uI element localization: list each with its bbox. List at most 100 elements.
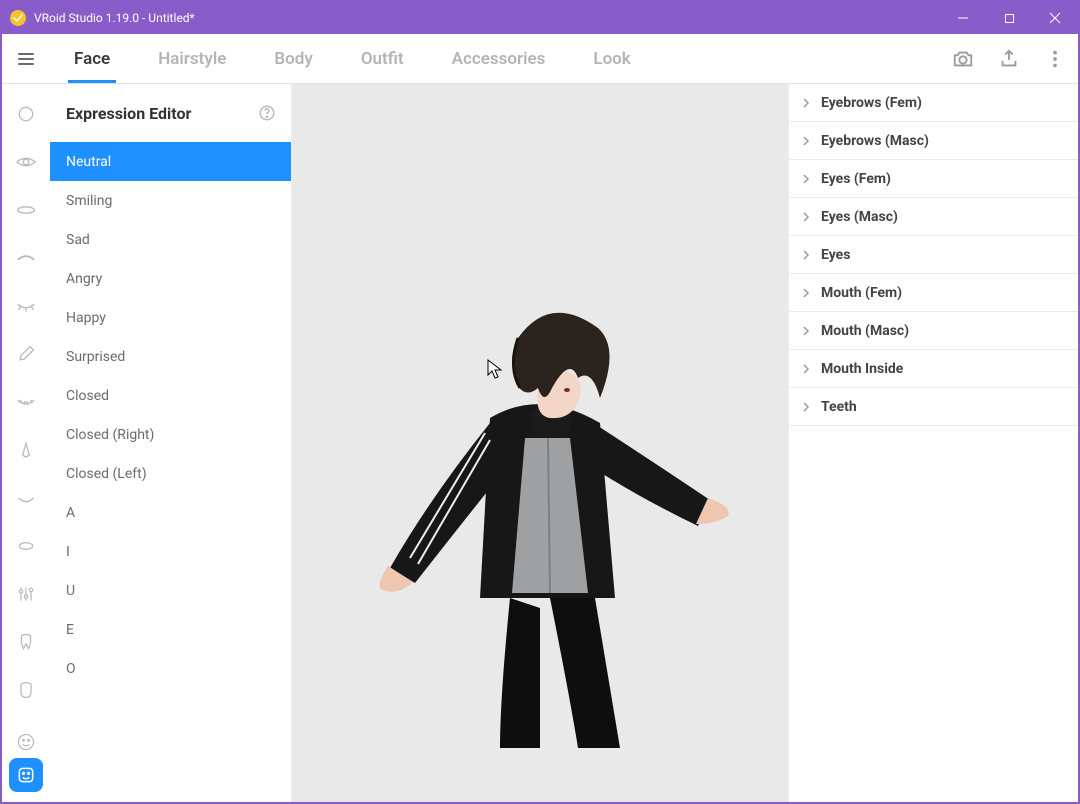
accordion-label: Eyes	[821, 247, 850, 263]
eyelash-icon[interactable]	[14, 294, 38, 318]
avatar-model	[340, 238, 740, 762]
accordion-eyes-masc[interactable]: Eyes (Masc)	[789, 198, 1078, 236]
ear-icon[interactable]	[14, 534, 38, 558]
accordion-eyebrows-fem[interactable]: Eyebrows (Fem)	[789, 84, 1078, 122]
chevron-right-icon	[801, 402, 811, 412]
mouth-open-icon[interactable]	[14, 486, 38, 510]
sliders-icon[interactable]	[14, 582, 38, 606]
list-item-label: O	[66, 661, 76, 677]
list-item-label: Happy	[66, 310, 106, 326]
accordion-label: Mouth (Fem)	[821, 285, 902, 301]
accordion-label: Mouth Inside	[821, 361, 903, 377]
hamburger-menu-button[interactable]	[2, 34, 50, 83]
category-rail	[2, 84, 50, 802]
window-title: VRoid Studio 1.19.0 - Untitled*	[34, 11, 940, 25]
eyebrow-icon[interactable]	[14, 246, 38, 270]
main-tabbar: Face Hairstyle Body Outfit Accessories L…	[2, 34, 1078, 84]
list-item-label: E	[66, 622, 74, 638]
expression-item-closed[interactable]: Closed	[50, 376, 291, 415]
tab-label: Hairstyle	[158, 49, 226, 69]
help-button[interactable]	[257, 103, 277, 123]
accordion-mouth-inside[interactable]: Mouth Inside	[789, 350, 1078, 388]
expression-item-closed-left[interactable]: Closed (Left)	[50, 454, 291, 493]
tab-accessories[interactable]: Accessories	[428, 34, 570, 83]
parameter-accordion: Eyebrows (Fem) Eyebrows (Masc) Eyes (Fem…	[788, 84, 1078, 802]
export-button[interactable]	[986, 34, 1032, 83]
expression-item-closed-right[interactable]: Closed (Right)	[50, 415, 291, 454]
list-item-label: A	[66, 505, 75, 521]
list-item-label: Angry	[66, 271, 102, 287]
list-item-label: Closed (Left)	[66, 466, 147, 482]
chevron-right-icon	[801, 174, 811, 184]
minimize-button[interactable]	[940, 2, 986, 34]
expression-item-e[interactable]: E	[50, 610, 291, 649]
expression-item-a[interactable]: A	[50, 493, 291, 532]
expression-item-i[interactable]: I	[50, 532, 291, 571]
tab-face[interactable]: Face	[50, 34, 134, 83]
expression-item-angry[interactable]: Angry	[50, 259, 291, 298]
chevron-right-icon	[801, 250, 811, 260]
accordion-teeth[interactable]: Teeth	[789, 388, 1078, 426]
expression-item-o[interactable]: O	[50, 649, 291, 688]
list-item-label: Sad	[66, 232, 90, 248]
list-item-label: U	[66, 583, 75, 599]
titlebar: VRoid Studio 1.19.0 - Untitled*	[2, 2, 1078, 34]
accordion-label: Eyebrows (Fem)	[821, 95, 922, 111]
tab-body[interactable]: Body	[250, 34, 336, 83]
accordion-label: Eyes (Masc)	[821, 209, 898, 225]
panel-title: Expression Editor	[66, 104, 191, 123]
accordion-label: Eyes (Fem)	[821, 171, 891, 187]
tab-outfit[interactable]: Outfit	[337, 34, 428, 83]
lips-icon[interactable]	[14, 198, 38, 222]
accordion-eyes[interactable]: Eyes	[789, 236, 1078, 274]
app-logo-icon	[10, 10, 26, 26]
chevron-right-icon	[801, 326, 811, 336]
accordion-mouth-fem[interactable]: Mouth (Fem)	[789, 274, 1078, 312]
tab-label: Outfit	[361, 49, 404, 69]
expression-item-happy[interactable]: Happy	[50, 298, 291, 337]
accordion-label: Mouth (Masc)	[821, 323, 909, 339]
chevron-right-icon	[801, 364, 811, 374]
maximize-button[interactable]	[986, 2, 1032, 34]
color-picker-icon[interactable]	[14, 342, 38, 366]
tooth-icon[interactable]	[14, 630, 38, 654]
chevron-right-icon	[801, 98, 811, 108]
tab-label: Look	[593, 49, 630, 69]
accordion-mouth-masc[interactable]: Mouth (Masc)	[789, 312, 1078, 350]
list-item-label: Closed (Right)	[66, 427, 154, 443]
face-outline-icon[interactable]	[14, 102, 38, 126]
expression-item-smiling[interactable]: Smiling	[50, 181, 291, 220]
accordion-label: Eyebrows (Masc)	[821, 133, 929, 149]
nose-icon[interactable]	[14, 438, 38, 462]
expression-item-u[interactable]: U	[50, 571, 291, 610]
expression-item-neutral[interactable]: Neutral	[50, 142, 291, 181]
list-item-label: Closed	[66, 388, 109, 404]
list-item-label: Surprised	[66, 349, 125, 365]
chevron-right-icon	[801, 288, 811, 298]
wrinkle-icon[interactable]	[14, 390, 38, 414]
expression-editor-mode-button[interactable]	[9, 758, 43, 792]
list-item-label: Neutral	[66, 154, 111, 170]
list-item-label: I	[66, 544, 70, 560]
accordion-label: Teeth	[821, 399, 857, 415]
tab-label: Body	[274, 49, 312, 69]
tab-label: Face	[74, 49, 110, 69]
mouse-cursor-icon	[487, 359, 503, 383]
eye-icon[interactable]	[14, 150, 38, 174]
tab-label: Accessories	[452, 49, 546, 69]
kebab-menu-button[interactable]	[1032, 34, 1078, 83]
accordion-eyebrows-masc[interactable]: Eyebrows (Masc)	[789, 122, 1078, 160]
expression-item-sad[interactable]: Sad	[50, 220, 291, 259]
list-item-label: Smiling	[66, 193, 112, 209]
expression-item-surprised[interactable]: Surprised	[50, 337, 291, 376]
accordion-eyes-fem[interactable]: Eyes (Fem)	[789, 160, 1078, 198]
emoji-icon[interactable]	[14, 730, 38, 754]
close-button[interactable]	[1032, 2, 1078, 34]
chevron-right-icon	[801, 136, 811, 146]
tab-look[interactable]: Look	[569, 34, 654, 83]
head-shape-icon[interactable]	[14, 678, 38, 702]
chevron-right-icon	[801, 212, 811, 222]
camera-button[interactable]	[940, 34, 986, 83]
tab-hairstyle[interactable]: Hairstyle	[134, 34, 250, 83]
3d-viewport[interactable]	[292, 84, 788, 802]
